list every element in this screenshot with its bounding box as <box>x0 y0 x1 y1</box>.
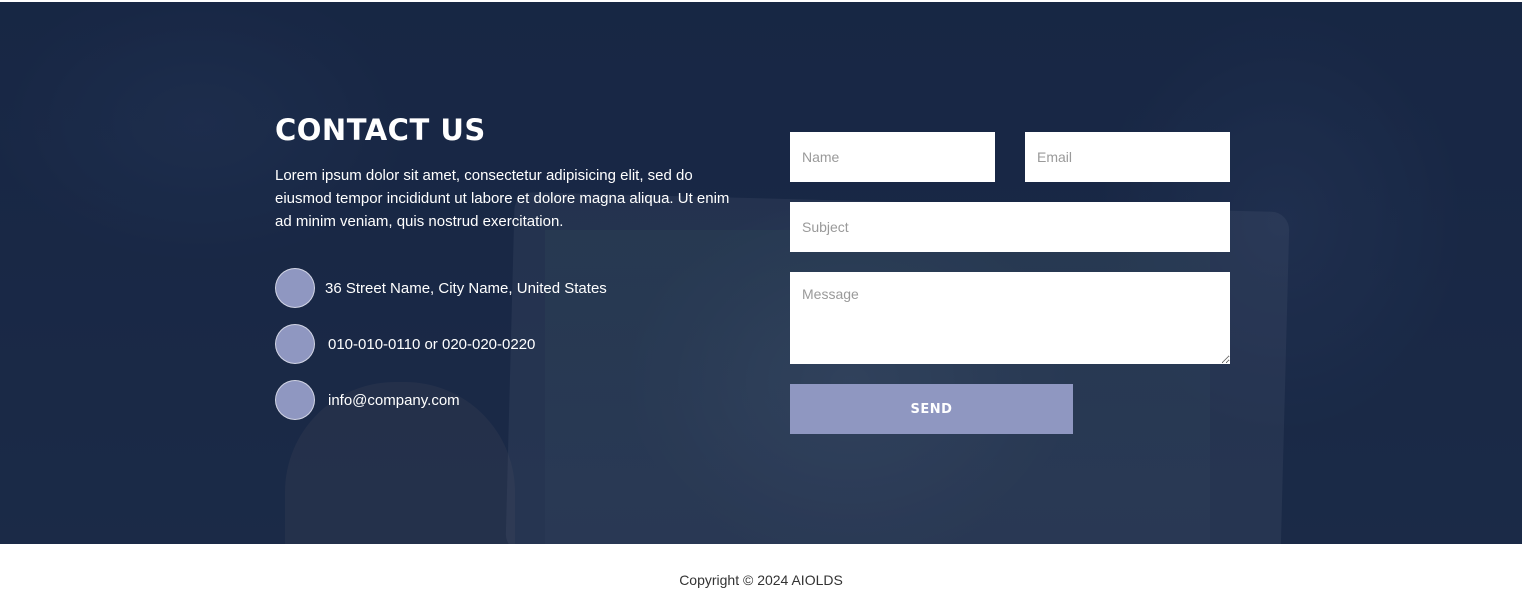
name-field[interactable] <box>790 132 995 182</box>
email-text: info@company.com <box>328 391 460 409</box>
envelope-icon <box>275 380 315 420</box>
copyright-text: Copyright © 2024 AIOLDS <box>679 572 843 588</box>
phone-text: 010-010-0110 or 020-020-0220 <box>328 335 536 353</box>
email-item: info@company.com <box>275 380 460 420</box>
contact-info: CONTACT US Lorem ipsum dolor sit amet, c… <box>275 110 745 233</box>
message-field[interactable] <box>790 272 1230 364</box>
contact-section <box>0 2 1522 544</box>
phone-item: 010-010-0110 or 020-020-0220 <box>275 324 535 364</box>
map-marker-icon <box>275 268 315 308</box>
subject-field[interactable] <box>790 202 1230 252</box>
contact-title: CONTACT US <box>275 113 486 147</box>
address-item: 36 Street Name, City Name, United States <box>275 268 607 308</box>
phone-icon <box>275 324 315 364</box>
footer: Copyright © 2024 AIOLDS <box>0 544 1522 616</box>
contact-description: Lorem ipsum dolor sit amet, consectetur … <box>275 167 730 230</box>
email-field[interactable] <box>1025 132 1230 182</box>
background-overlay <box>0 2 1522 544</box>
send-button[interactable]: SEND <box>790 384 1073 434</box>
address-text: 36 Street Name, City Name, United States <box>325 279 607 297</box>
